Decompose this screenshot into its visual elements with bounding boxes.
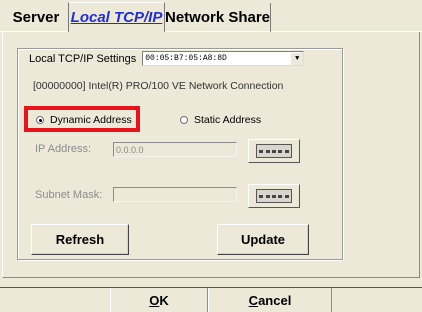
- adapter-description: [00000000] Intel(R) PRO/100 VE Network C…: [33, 80, 284, 92]
- ok-accelerator: O: [149, 293, 160, 308]
- subnet-keyboard-button[interactable]: [248, 184, 300, 208]
- ok-button[interactable]: OK: [110, 288, 208, 312]
- adapter-mac-select[interactable]: 00:05:B7:05:A8:8D ▼: [142, 51, 305, 66]
- tab-server[interactable]: Server: [3, 3, 69, 32]
- highlight-box: [24, 106, 140, 132]
- refresh-button[interactable]: Refresh: [31, 224, 129, 255]
- cancel-accelerator: C: [248, 293, 259, 308]
- radio-static-address[interactable]: Static Address: [180, 114, 261, 126]
- tab-bar: Server Local TCP/IP Network Share: [0, 0, 422, 32]
- dialog-button-bar: OK Cancel: [0, 287, 422, 312]
- radio-static-label: Static Address: [194, 114, 262, 126]
- ip-keyboard-button[interactable]: [248, 139, 300, 163]
- subnet-mask-input[interactable]: [113, 187, 237, 202]
- keyboard-icon: [256, 144, 292, 158]
- subnet-mask-label: Subnet Mask:: [35, 189, 103, 201]
- group-legend: Local TCP/IP Settings 00:05:B7:05:A8:8D …: [26, 51, 308, 66]
- radio-static-circle[interactable]: [180, 116, 188, 124]
- ip-address-input[interactable]: 0.0.0.0: [113, 142, 237, 157]
- dropdown-arrow-icon[interactable]: ▼: [290, 52, 304, 65]
- ip-address-label: IP Address:: [35, 143, 92, 155]
- ok-label-rest: K: [159, 293, 169, 308]
- keyboard-icon: [256, 189, 292, 203]
- cancel-button[interactable]: Cancel: [208, 288, 332, 312]
- adapter-mac-value: 00:05:B7:05:A8:8D: [145, 54, 227, 63]
- update-button[interactable]: Update: [217, 224, 309, 255]
- group-label: Local TCP/IP Settings: [29, 52, 137, 65]
- tab-local-tcpip[interactable]: Local TCP/IP: [68, 2, 165, 32]
- cancel-label-rest: ancel: [258, 293, 292, 308]
- tab-network-share[interactable]: Network Share: [165, 3, 271, 32]
